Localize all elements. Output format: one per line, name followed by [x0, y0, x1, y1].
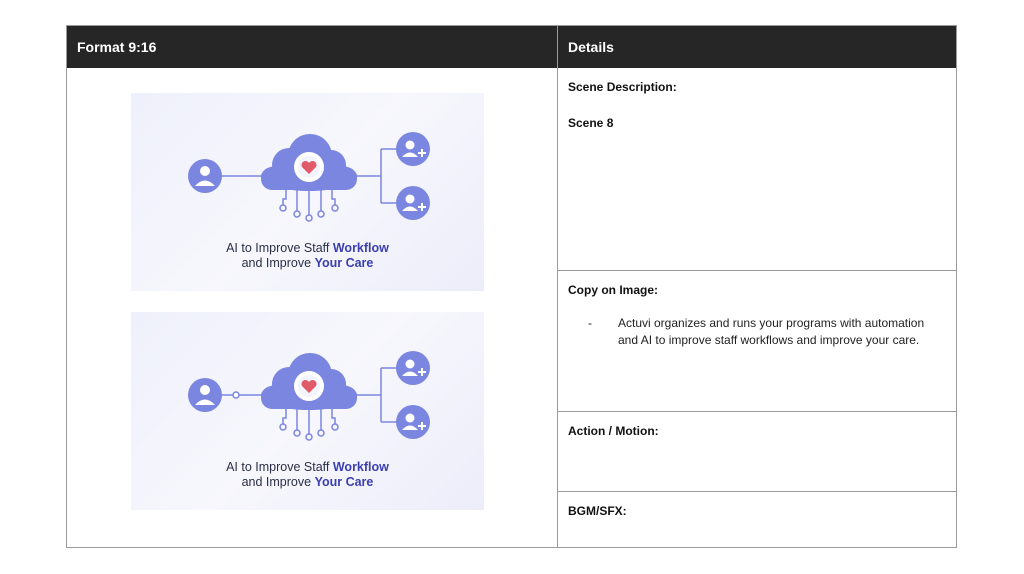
thumbnail-caption-line2: and Improve Your Care — [241, 256, 374, 270]
format-cell: AI to Improve Staff Workflow and Improve… — [67, 68, 557, 547]
copy-on-image-text: Actuvi organizes and runs your programs … — [618, 316, 925, 347]
scene-description-value: Scene 8 — [568, 116, 614, 130]
action-motion-cell: Action / Motion: — [558, 412, 956, 492]
action-motion-label: Action / Motion: — [568, 424, 659, 438]
header-details: Details — [557, 26, 956, 68]
scene-thumbnail-2: AI to Improve Staff Workflow and Improve… — [131, 312, 484, 510]
add-user-icon — [396, 132, 430, 166]
circuit-lines — [279, 409, 339, 441]
doctor-icon — [188, 159, 222, 193]
bgm-sfx-cell: BGM/SFX: — [558, 492, 956, 547]
header-format: Format 9:16 — [67, 26, 557, 68]
storyboard-table: Format 9:16 Details AI to Improve Staff … — [66, 25, 957, 548]
thumbnail-caption-line2: and Improve Your Care — [241, 475, 374, 489]
details-column: Scene Description: Scene 8 Copy on Image… — [557, 68, 956, 547]
bgm-sfx-label: BGM/SFX: — [568, 504, 627, 518]
add-user-icon — [396, 351, 430, 385]
add-user-icon — [396, 405, 430, 439]
bullet-dash: - — [588, 316, 592, 330]
copy-on-image-cell: Copy on Image: - Actuvi organizes and ru… — [558, 271, 956, 412]
copy-on-image-label: Copy on Image: — [568, 283, 659, 297]
add-user-icon — [396, 186, 430, 220]
thumbnail-caption-line1: AI to Improve Staff Workflow — [226, 460, 389, 474]
scene-description-cell: Scene Description: Scene 8 — [558, 68, 956, 271]
circuit-lines — [279, 190, 339, 222]
scene-description-label: Scene Description: — [568, 80, 677, 94]
thumbnail-caption-line1: AI to Improve Staff Workflow — [226, 241, 389, 255]
scene-thumbnail-1: AI to Improve Staff Workflow and Improve… — [131, 93, 484, 291]
doctor-icon — [188, 378, 222, 412]
copy-on-image-item: - Actuvi organizes and runs your program… — [568, 315, 946, 349]
